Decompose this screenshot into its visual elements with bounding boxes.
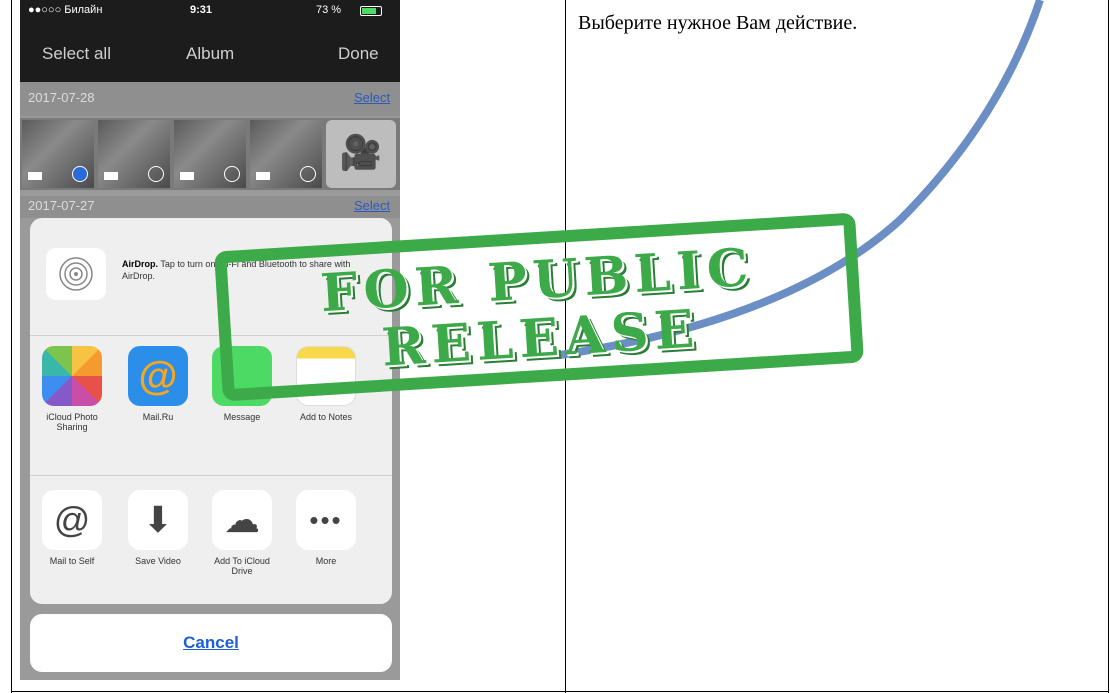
table-border-left <box>11 0 12 693</box>
select-link[interactable]: Select <box>354 198 390 213</box>
date-label: 2017-07-27 <box>28 198 95 213</box>
nav-bar: Select all Album Done <box>20 22 400 82</box>
album-title: Album <box>186 44 235 63</box>
instruction-text: Выберите нужное Вам действие. <box>578 12 858 34</box>
video-thumbnail[interactable] <box>174 120 246 188</box>
battery-percent: 73 % <box>316 4 342 16</box>
select-link[interactable]: Select <box>354 90 390 105</box>
battery-icon <box>360 6 382 16</box>
select-all-button[interactable]: Select all <box>42 44 111 64</box>
share-actions-row: @ Mail to Self ⬇ Save Video ☁ Add To iCl… <box>30 490 392 604</box>
video-icon <box>256 172 270 180</box>
date-header-2: 2017-07-27 Select <box>20 196 400 218</box>
video-thumbnail[interactable] <box>250 120 322 188</box>
action-label: Save Video <box>135 556 181 566</box>
photos-icon <box>42 346 102 406</box>
at-icon: @ <box>42 490 102 550</box>
table-border-right <box>1108 0 1109 693</box>
action-label: Add To iCloud Drive <box>214 556 270 576</box>
airdrop-title: AirDrop. <box>122 259 158 269</box>
carrier-label: ●●○○○ Билайн <box>28 4 103 16</box>
date-header-1: 2017-07-28 Select <box>20 82 400 116</box>
video-icon <box>104 172 118 180</box>
mailru-icon: @ <box>128 346 188 406</box>
cloud-upload-icon: ☁ <box>212 490 272 550</box>
icloud-photo-sharing-button[interactable]: iCloud Photo Sharing <box>34 346 110 432</box>
mailru-button[interactable]: @ Mail.Ru <box>120 346 196 422</box>
clock: 9:31 <box>190 4 213 16</box>
add-to-icloud-drive-button[interactable]: ☁ Add To iCloud Drive <box>204 490 280 576</box>
status-bar: ●●○○○ Билайн 9:31 73 % <box>20 0 400 22</box>
table-border-bottom <box>11 691 1109 692</box>
action-label: More <box>315 556 337 566</box>
done-button[interactable]: Done <box>338 44 379 64</box>
checkmark-icon <box>72 166 88 182</box>
thumbnail-strip: 🎥 <box>20 118 400 190</box>
app-label: Add to Notes <box>299 412 353 422</box>
checkbox-icon <box>148 166 164 182</box>
video-thumbnail[interactable] <box>22 120 94 188</box>
video-thumbnail[interactable] <box>98 120 170 188</box>
more-icon: ••• <box>296 490 356 550</box>
video-icon <box>180 172 194 180</box>
save-video-button[interactable]: ⬇ Save Video <box>120 490 196 566</box>
video-camera-icon[interactable]: 🎥 <box>326 120 396 188</box>
airdrop-icon <box>46 248 106 300</box>
checkbox-icon <box>300 166 316 182</box>
app-label: Message <box>223 412 261 422</box>
video-icon <box>28 172 42 180</box>
checkbox-icon <box>224 166 240 182</box>
action-label: Mail to Self <box>49 556 95 566</box>
download-icon: ⬇ <box>128 490 188 550</box>
more-button[interactable]: ••• More <box>288 490 364 566</box>
cancel-button[interactable]: Cancel <box>30 614 392 672</box>
app-label: Mail.Ru <box>142 412 174 422</box>
mail-to-self-button[interactable]: @ Mail to Self <box>34 490 110 566</box>
app-label: iCloud Photo Sharing <box>46 412 98 432</box>
date-label: 2017-07-28 <box>28 90 95 105</box>
